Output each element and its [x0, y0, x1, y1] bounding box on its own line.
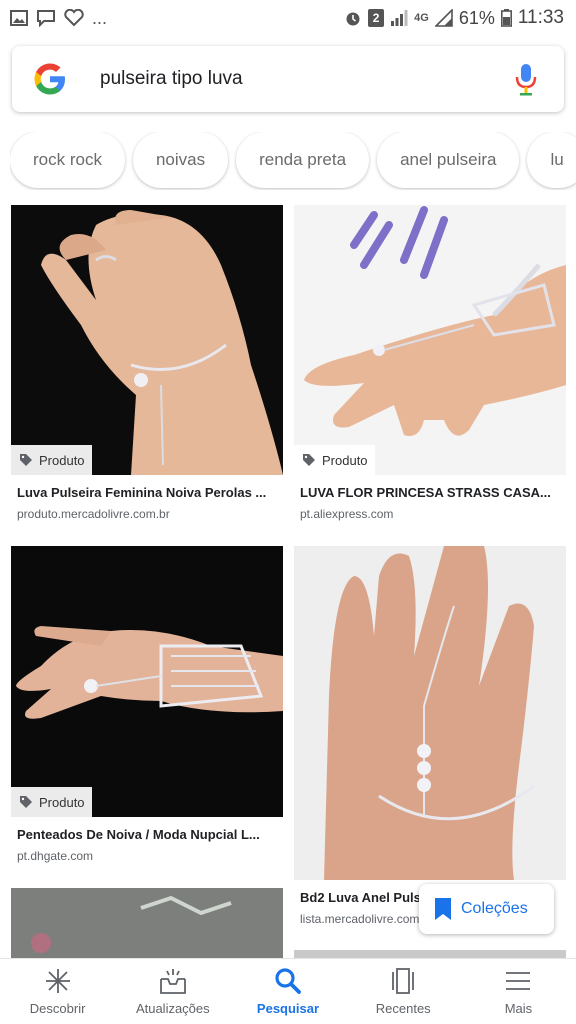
result-title[interactable]: Luva Pulseira Feminina Noiva Perolas ...: [11, 485, 273, 500]
nav-mais[interactable]: Mais: [461, 959, 576, 1024]
google-logo-icon[interactable]: [32, 61, 68, 97]
network-type: 4G: [414, 12, 429, 24]
product-tag: Produto: [11, 445, 92, 475]
nav-label: Descobrir: [29, 1001, 86, 1016]
hand-photo: [41, 210, 283, 475]
result-card[interactable]: Produto Penteados De Noiva / Moda Nupcia…: [11, 546, 283, 863]
tag-icon: [20, 796, 32, 808]
cards-icon: [392, 968, 415, 994]
gallery-icon: [10, 10, 28, 26]
result-source: pt.aliexpress.com: [300, 507, 394, 521]
product-tag-label: Produto: [322, 452, 368, 468]
result-card[interactable]: Produto Luva Pulseira Feminina Noiva Per…: [11, 205, 283, 521]
search-icon: [275, 968, 301, 994]
collections-label: Coleções: [461, 900, 528, 917]
hand-photo: [16, 626, 283, 719]
battery-percent: 61%: [458, 7, 495, 28]
microphone-icon[interactable]: [514, 62, 538, 96]
inbox-icon: [159, 969, 186, 994]
nav-label: Atualizações: [135, 1001, 210, 1016]
result-image[interactable]: [294, 950, 566, 958]
result-title[interactable]: Penteados De Noiva / Moda Nupcial L...: [11, 827, 273, 842]
nav-label: Recentes: [375, 1001, 431, 1016]
product-tag: Produto: [294, 445, 375, 475]
result-card[interactable]: [294, 950, 566, 958]
result-card[interactable]: Produto LUVA FLOR PRINCESA STRASS CASA..…: [294, 205, 566, 521]
collections-button[interactable]: Coleções: [419, 884, 554, 934]
hand-photo: [294, 546, 566, 880]
result-card[interactable]: [11, 888, 283, 958]
clock: 11:33: [517, 7, 564, 28]
battery-icon: [500, 9, 512, 27]
alarm-icon: [346, 12, 360, 26]
nav-atualizacoes[interactable]: Atualizações: [115, 959, 230, 1024]
chip-noivas[interactable]: noivas: [132, 132, 229, 188]
chat-icon: [37, 10, 55, 27]
suggestion-chips: rock rock noivas renda preta anel pulseira l…: [10, 132, 576, 190]
nav-descobrir[interactable]: Descobrir: [0, 959, 115, 1024]
product-tag-label: Produto: [39, 794, 85, 810]
chip-renda-preta[interactable]: renda preta: [236, 132, 370, 188]
nav-pesquisar[interactable]: Pesquisar: [230, 959, 345, 1024]
search-input[interactable]: pulseira tipo luva: [100, 68, 514, 90]
tag-icon: [20, 454, 32, 466]
photo: [11, 888, 283, 958]
result-source: produto.mercadolivre.com.br: [17, 507, 170, 521]
signal-icon: [391, 10, 408, 26]
chip-rock-rock[interactable]: rock rock: [10, 132, 125, 188]
sim-badge: 2: [368, 9, 385, 27]
product-tag: Produto: [11, 787, 92, 817]
result-card[interactable]: Bd2 Luva Anel Pulseira lista.mercadolivr…: [294, 546, 566, 926]
hand-photo: [294, 205, 566, 475]
nav-recentes[interactable]: Recentes: [346, 959, 461, 1024]
bottom-navigation: Descobrir Atualizações Pesquisar Recente…: [0, 958, 576, 1024]
result-title[interactable]: LUVA FLOR PRINCESA STRASS CASA...: [294, 485, 556, 500]
nav-label: Mais: [504, 1001, 533, 1016]
heart-icon: [64, 9, 84, 27]
asterisk-icon: [45, 969, 70, 993]
status-left: ...: [10, 8, 107, 29]
result-image[interactable]: [294, 546, 566, 880]
status-right: 2 4G 61% 11:33: [344, 7, 564, 29]
more-notifications: ...: [92, 7, 108, 28]
status-bar: ... 2 4G 61% 11:33: [0, 0, 576, 36]
bookmark-icon: [435, 898, 451, 920]
chip-anel-pulseira[interactable]: anel pulseira: [377, 132, 520, 188]
result-image[interactable]: Produto: [11, 205, 283, 475]
product-tag-label: Produto: [39, 452, 85, 468]
chip-partial[interactable]: lu: [527, 132, 576, 188]
result-image[interactable]: [11, 888, 283, 958]
menu-icon: [506, 972, 531, 990]
nav-label: Pesquisar: [256, 1001, 320, 1016]
result-image[interactable]: Produto: [294, 205, 566, 475]
result-source: pt.dhgate.com: [17, 849, 94, 863]
search-bar[interactable]: pulseira tipo luva: [12, 46, 564, 112]
tag-icon: [303, 454, 315, 466]
result-image[interactable]: Produto: [11, 546, 283, 817]
signal-2-icon: [434, 9, 453, 27]
